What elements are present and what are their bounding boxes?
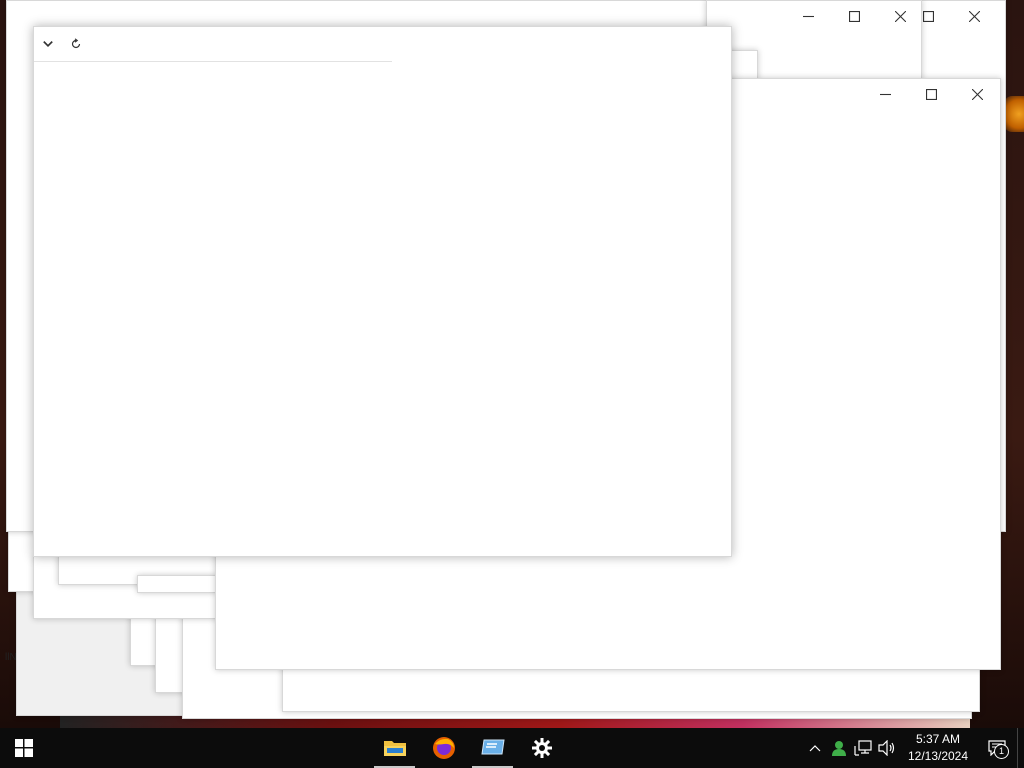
taskbar-settings[interactable] [517, 728, 566, 768]
firefox-icon [432, 737, 455, 759]
chevron-down-icon[interactable] [34, 30, 62, 58]
show-hidden-icons-button[interactable] [803, 728, 827, 768]
close-icon [894, 10, 906, 22]
maximize-button[interactable] [908, 79, 954, 109]
explorer-toolbar [34, 27, 392, 62]
background-window[interactable] [137, 575, 217, 593]
minimize-icon [879, 93, 891, 95]
taskbar-file-explorer[interactable] [370, 728, 419, 768]
taskbar-clock[interactable]: 5:37 AM 12/13/2024 [903, 731, 973, 765]
window-caption-buttons [862, 79, 1000, 109]
start-button[interactable] [0, 728, 48, 768]
minimize-button[interactable] [862, 79, 908, 109]
network-icon [854, 740, 872, 756]
maximize-icon [922, 10, 934, 22]
explorer-window[interactable] [33, 26, 732, 557]
notification-count-badge: 1 [994, 744, 1009, 759]
user-icon [832, 741, 846, 756]
volume-button[interactable] [875, 728, 899, 768]
maximize-button[interactable] [831, 1, 877, 31]
close-icon [968, 10, 980, 22]
minimize-icon [802, 15, 814, 17]
refresh-icon[interactable] [62, 30, 90, 58]
volume-icon [878, 740, 895, 756]
close-button[interactable] [877, 1, 923, 31]
taskbar-firefox[interactable] [419, 728, 468, 768]
taskbar-apps [370, 728, 566, 768]
maximize-icon [848, 10, 860, 22]
desktop: llN [0, 0, 1024, 728]
window-caption-buttons [785, 1, 923, 31]
clock-date: 12/13/2024 [907, 749, 969, 763]
tray-user-icon-button[interactable] [827, 728, 851, 768]
action-center-button[interactable]: 1 [977, 728, 1017, 768]
show-desktop-button[interactable] [1017, 728, 1024, 768]
folder-icon [383, 741, 406, 756]
close-button[interactable] [951, 1, 997, 31]
desktop-edge-text: llN [5, 652, 17, 663]
gear-icon [531, 738, 552, 758]
system-tray: 5:37 AM 12/13/2024 1 [803, 728, 1024, 768]
remote-desktop-icon [480, 739, 505, 755]
close-button[interactable] [954, 79, 1000, 109]
close-icon [971, 88, 983, 100]
clock-time: 5:37 AM [915, 732, 961, 746]
chevron-up-icon [809, 745, 821, 752]
maximize-icon [925, 88, 937, 100]
minimize-button[interactable] [785, 1, 831, 31]
taskbar-remote-desktop[interactable] [468, 728, 517, 768]
network-button[interactable] [851, 728, 875, 768]
windows-logo-icon [15, 739, 33, 757]
taskbar: 5:37 AM 12/13/2024 1 [0, 728, 1024, 768]
wallpaper-pumpkin [1004, 96, 1024, 132]
